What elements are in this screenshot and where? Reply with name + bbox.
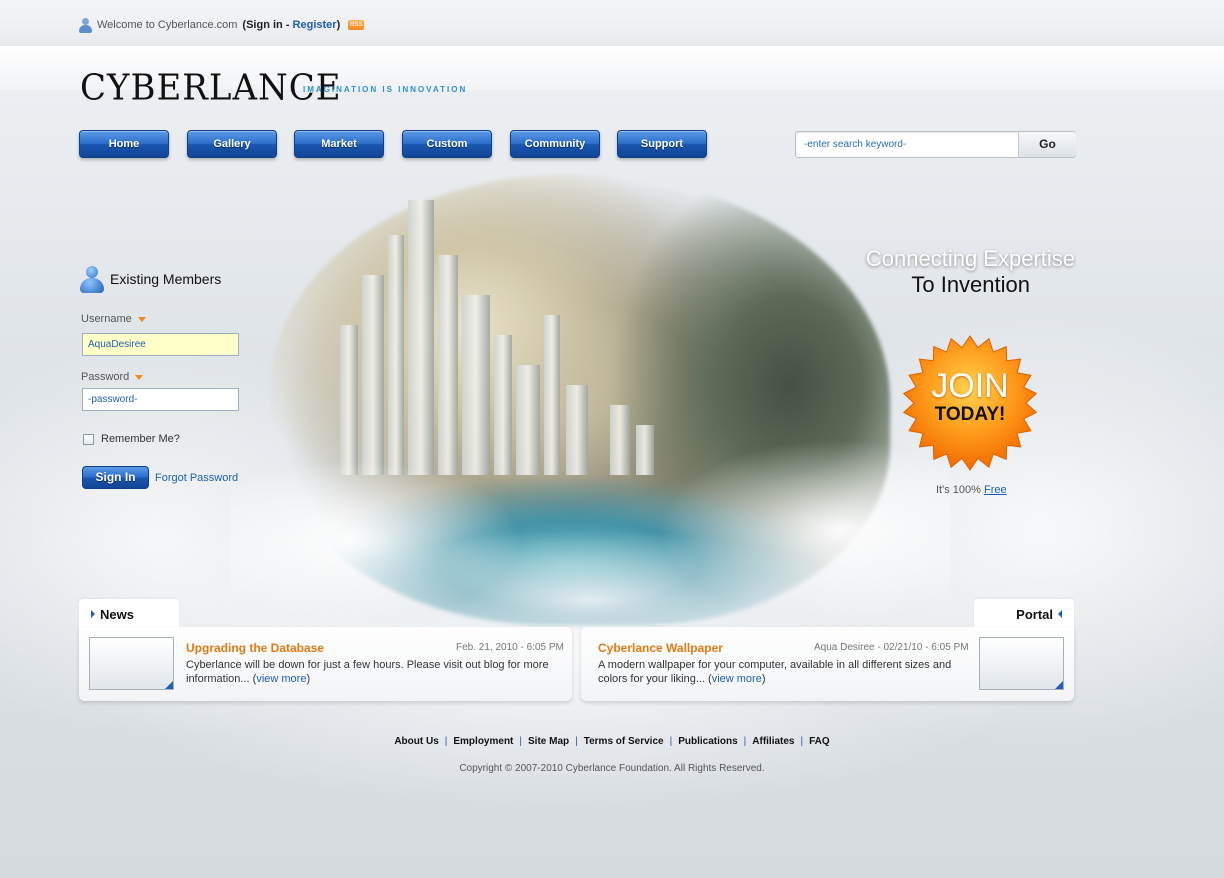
portal-meta: Aqua Desiree - 02/21/10 - 6:05 PM (814, 642, 969, 653)
footer-link-terms[interactable]: Terms of Service (584, 736, 664, 747)
footer-separator: | (444, 736, 448, 747)
triangle-left-icon (1058, 610, 1062, 618)
footer-separator: | (575, 736, 578, 747)
portal-thumbnail[interactable] (979, 637, 1064, 690)
password-field[interactable] (82, 388, 239, 411)
footer-separator: | (669, 736, 673, 747)
remember-me[interactable]: Remember Me? (83, 433, 180, 445)
portal-body-text: A modern wallpaper for your computer, av… (598, 659, 952, 685)
slogan-line-1: Connecting Expertise (865, 246, 1075, 271)
search-go-button[interactable]: Go (1018, 132, 1076, 157)
search-input[interactable] (796, 132, 1018, 157)
triangle-right-icon (91, 610, 95, 618)
join-today-badge[interactable]: JOIN TODAY! (902, 335, 1038, 471)
nav-home[interactable]: Home (79, 130, 169, 158)
members-icon (80, 266, 104, 294)
nav-market[interactable]: Market (294, 130, 384, 158)
copyright: Copyright © 2007-2010 Cyberlance Foundat… (459, 763, 765, 774)
arrow-down-icon (137, 316, 146, 322)
nav-custom[interactable]: Custom (402, 130, 492, 158)
free-link[interactable]: Free (984, 484, 1007, 496)
portal-tab-label: Portal (1016, 606, 1053, 622)
nav-community[interactable]: Community (510, 130, 600, 158)
nav-support[interactable]: Support (617, 130, 707, 158)
portal-body: A modern wallpaper for your computer, av… (598, 658, 968, 686)
footer-separator: | (743, 736, 747, 747)
dash: - (285, 19, 290, 31)
slogan-line-2: To Invention (911, 272, 1030, 297)
free-prefix: It's 100% (936, 484, 981, 496)
news-card: Upgrading the Database Feb. 21, 2010 - 6… (79, 627, 572, 701)
sign-in-button[interactable]: Sign In (82, 466, 149, 489)
footer-link-employment[interactable]: Employment (453, 736, 513, 747)
user-icon (79, 17, 92, 33)
news-body: Cyberlance will be down for just a few h… (186, 658, 561, 686)
remember-checkbox[interactable] (83, 433, 94, 445)
password-label-text: Password (81, 371, 130, 383)
username-field[interactable] (82, 333, 239, 356)
username-label: Username (81, 313, 146, 325)
footer-link-sitemap[interactable]: Site Map (528, 736, 569, 747)
password-label: Password (81, 371, 144, 383)
sign-in-link[interactable]: Sign in (246, 19, 283, 31)
hero-clouds (230, 420, 950, 630)
news-tab[interactable]: News (79, 599, 179, 629)
news-view-more-link[interactable]: view more (256, 673, 306, 685)
forgot-password-link[interactable]: Forgot Password (155, 472, 238, 484)
welcome-text: Welcome to Cyberlance.com (97, 19, 238, 31)
footer-separator: | (800, 736, 804, 747)
portal-body-close: ) (761, 673, 766, 685)
footer-separator: | (519, 736, 522, 747)
rss-icon[interactable]: RSS (348, 20, 365, 30)
search-box: Go (795, 131, 1076, 158)
join-text: JOIN (931, 367, 1009, 405)
paren-close: ) (336, 19, 341, 31)
portal-tab[interactable]: Portal (974, 599, 1074, 629)
arrow-down-icon (135, 374, 144, 380)
news-thumbnail[interactable] (89, 637, 174, 690)
news-title[interactable]: Upgrading the Database (186, 641, 324, 655)
footer-link-faq[interactable]: FAQ (809, 736, 830, 747)
footer-link-publications[interactable]: Publications (678, 736, 737, 747)
portal-title[interactable]: Cyberlance Wallpaper (598, 641, 723, 655)
free-line: It's 100% Free (936, 484, 1007, 496)
username-label-text: Username (81, 313, 132, 325)
tagline: IMAGINATION IS INNOVATION (303, 85, 468, 94)
join-subtext: TODAY! (934, 404, 1006, 425)
welcome-bar: Welcome to Cyberlance.com (Sign in - Reg… (79, 17, 365, 33)
nav-gallery[interactable]: Gallery (187, 130, 277, 158)
footer-links: About Us | Employment | Site Map | Terms of Se… (0, 736, 1224, 747)
portal-view-more-link[interactable]: view more (712, 673, 762, 685)
news-body-text: Cyberlance will be down for just a few h… (186, 659, 549, 685)
footer-link-affiliates[interactable]: Affiliates (752, 736, 794, 747)
login-title: Existing Members (110, 271, 222, 287)
register-link[interactable]: Register (293, 19, 337, 31)
remember-label: Remember Me? (101, 433, 180, 445)
portal-card: Cyberlance Wallpaper Aqua Desiree - 02/2… (581, 627, 1074, 701)
news-body-close: ) (306, 673, 311, 685)
news-tab-label: News (100, 606, 134, 622)
news-date: Feb. 21, 2010 - 6:05 PM (456, 642, 564, 653)
footer-link-about[interactable]: About Us (394, 736, 438, 747)
